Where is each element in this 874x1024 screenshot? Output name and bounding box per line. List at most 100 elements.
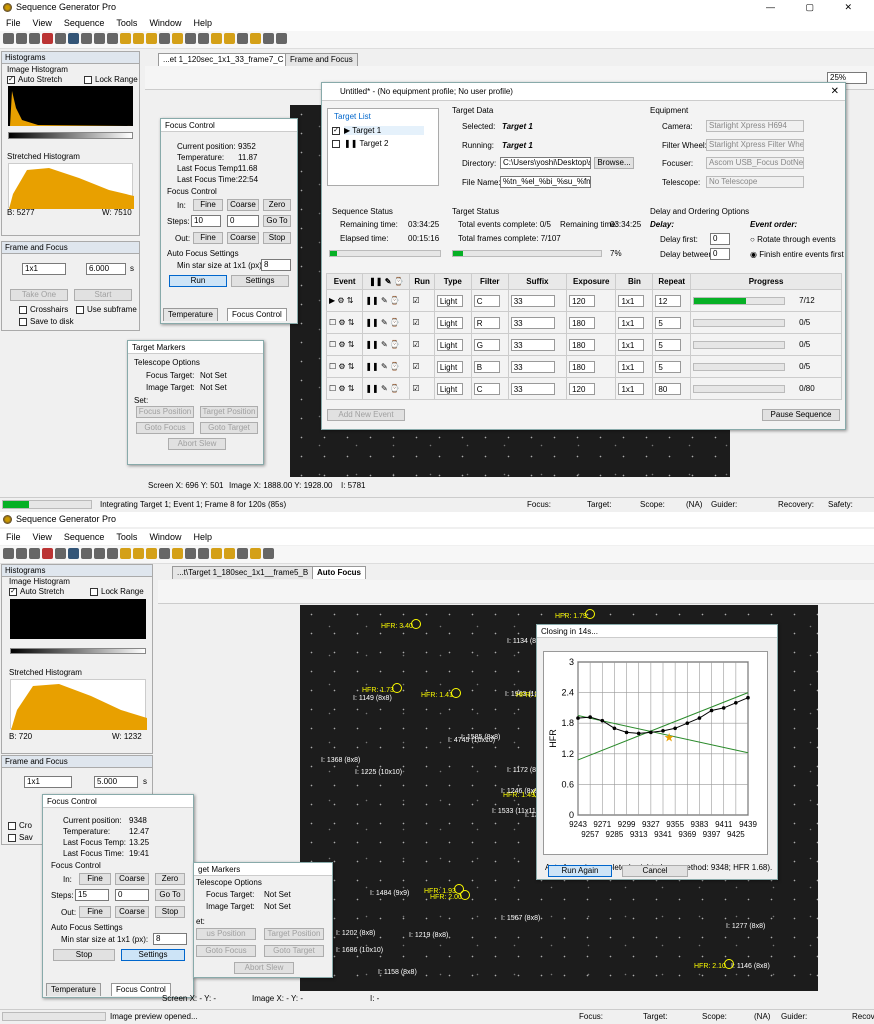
target2-checkbox[interactable]	[332, 140, 340, 148]
min-star-input[interactable]: 8	[261, 259, 291, 271]
event-controls[interactable]: ▶ ⚙ ⇅	[329, 296, 353, 305]
flat-icon[interactable]	[224, 33, 235, 44]
play-icon[interactable]	[107, 548, 118, 559]
event-tools[interactable]: ❚❚ ✎ ⌚	[365, 384, 400, 393]
tools-icon[interactable]	[42, 33, 53, 44]
bin-select[interactable]: 1x1	[618, 338, 645, 351]
goto-focus-button[interactable]: Goto Focus	[136, 422, 194, 434]
settings-button-2[interactable]: Settings	[121, 949, 185, 961]
menu-tools-2[interactable]: Tools	[110, 529, 143, 545]
abort-slew-button[interactable]: Abort Slew	[168, 438, 226, 450]
search-icon[interactable]	[94, 33, 105, 44]
binning-select[interactable]: 1x1	[22, 263, 66, 275]
grid-icon[interactable]	[55, 33, 66, 44]
open-icon[interactable]	[16, 548, 27, 559]
search-icon[interactable]	[94, 548, 105, 559]
goto-input-2[interactable]: 0	[115, 889, 149, 901]
run-checkbox[interactable]: ☑	[412, 340, 419, 349]
exposure-input-2[interactable]: 5.000	[94, 776, 138, 788]
out-fine-button-2[interactable]: Fine	[79, 906, 111, 918]
menu-file[interactable]: File	[0, 15, 27, 31]
sum-icon[interactable]	[81, 548, 92, 559]
event-row[interactable]: ☐ ⚙ ⇅ ❚❚ ✎ ⌚ ☑ Light B 33 180 1x1 5 0/5	[325, 355, 842, 378]
delay-between-input[interactable]: 0	[710, 248, 730, 260]
pause-sequence-button[interactable]: Pause Sequence	[762, 409, 840, 421]
crosshairs-checkbox-2[interactable]	[8, 822, 16, 830]
exposure-select[interactable]: 120	[569, 294, 596, 307]
menu-help[interactable]: Help	[187, 15, 218, 31]
info-icon[interactable]	[159, 33, 170, 44]
min-star-input-2[interactable]: 8	[153, 933, 187, 945]
rotator-icon[interactable]	[211, 548, 222, 559]
weather-icon[interactable]	[263, 33, 274, 44]
camera-select[interactable]: Starlight Xpress H694	[706, 120, 804, 132]
run-again-button[interactable]: Run Again	[548, 865, 612, 877]
filter-icon[interactable]	[172, 33, 183, 44]
rotator-icon[interactable]	[211, 33, 222, 44]
repeat-input[interactable]: 5	[655, 360, 682, 373]
suffix-select[interactable]: 33	[510, 360, 555, 373]
tab-image[interactable]: ...et 1_120sec_1x1_33_frame7_C	[158, 53, 289, 66]
chart-icon[interactable]	[68, 548, 79, 559]
binning-select-2[interactable]: 1x1	[24, 776, 72, 788]
event-tools[interactable]: ❚❚ ✎ ⌚	[365, 296, 400, 305]
close-icon[interactable]: ✕	[831, 86, 839, 97]
goto-button-2[interactable]: Go To	[155, 889, 185, 901]
suffix-select[interactable]: 33	[510, 316, 555, 329]
use-subframe-checkbox[interactable]	[76, 306, 84, 314]
menu-sequence[interactable]: Sequence	[58, 15, 111, 31]
check-icon[interactable]	[250, 548, 261, 559]
rotate-radio[interactable]: ○ Rotate through events	[750, 235, 836, 244]
tab-frame-focus[interactable]: Frame and Focus	[285, 53, 358, 66]
browse-button[interactable]: Browse...	[594, 157, 634, 169]
exposure-select[interactable]: 180	[569, 338, 596, 351]
type-select[interactable]: Light	[436, 338, 463, 351]
tab-focus-control[interactable]: Focus Control	[227, 308, 287, 321]
repeat-input[interactable]: 80	[655, 382, 682, 395]
menu-file-2[interactable]: File	[0, 529, 27, 545]
target-icon[interactable]	[120, 33, 131, 44]
in-fine-button[interactable]: Fine	[193, 199, 223, 211]
in-coarse-button-2[interactable]: Coarse	[115, 873, 149, 885]
info-icon[interactable]	[159, 548, 170, 559]
in-coarse-button[interactable]: Coarse	[227, 199, 259, 211]
sum-icon[interactable]	[81, 33, 92, 44]
target-position-button-2[interactable]: Target Position	[264, 928, 324, 940]
tab-temperature-2[interactable]: Temperature	[46, 983, 101, 996]
focuser-select[interactable]: Ascom USB_Focus DotNet	[706, 157, 804, 169]
suffix-select[interactable]: 33	[510, 338, 555, 351]
type-select[interactable]: Light	[436, 316, 463, 329]
filter-select[interactable]: G	[473, 338, 500, 351]
telescope-select[interactable]: No Telescope	[706, 176, 804, 188]
repeat-input[interactable]: 5	[655, 316, 682, 329]
stop-button[interactable]: Stop	[263, 232, 291, 244]
camera-icon[interactable]	[198, 33, 209, 44]
goto-focus-button-2[interactable]: Goto Focus	[196, 945, 256, 957]
safety-icon[interactable]	[276, 33, 287, 44]
event-controls[interactable]: ☐ ⚙ ⇅	[329, 384, 355, 393]
goto-input[interactable]: 0	[227, 215, 259, 227]
out-coarse-button[interactable]: Coarse	[227, 232, 259, 244]
menu-help-2[interactable]: Help	[187, 529, 218, 545]
stretch-gradient-2[interactable]	[10, 648, 146, 654]
target1-checkbox[interactable]: ✓	[332, 127, 340, 135]
camera-icon[interactable]	[198, 548, 209, 559]
stretch-gradient[interactable]	[8, 132, 133, 139]
target1-item[interactable]: ▶ Target 1	[344, 126, 424, 135]
abort-slew-button-2[interactable]: Abort Slew	[234, 962, 294, 974]
guide-icon[interactable]	[237, 548, 248, 559]
lock-range-checkbox-2[interactable]	[90, 588, 98, 596]
goto-target-button[interactable]: Goto Target	[200, 422, 258, 434]
flat-icon[interactable]	[224, 548, 235, 559]
weather-icon[interactable]	[263, 548, 274, 559]
type-select[interactable]: Light	[436, 294, 463, 307]
exposure-select[interactable]: 180	[569, 316, 596, 329]
steps-input-2[interactable]: 15	[75, 889, 109, 901]
focus-position-button[interactable]: Focus Position	[136, 406, 194, 418]
lock-range-checkbox[interactable]	[84, 76, 92, 84]
target-icon[interactable]	[120, 548, 131, 559]
window-controls[interactable]: — ▢ ✕	[766, 0, 866, 15]
bin-select[interactable]: 1x1	[618, 316, 645, 329]
bin-select[interactable]: 1x1	[618, 294, 645, 307]
run-checkbox[interactable]: ☑	[412, 384, 419, 393]
